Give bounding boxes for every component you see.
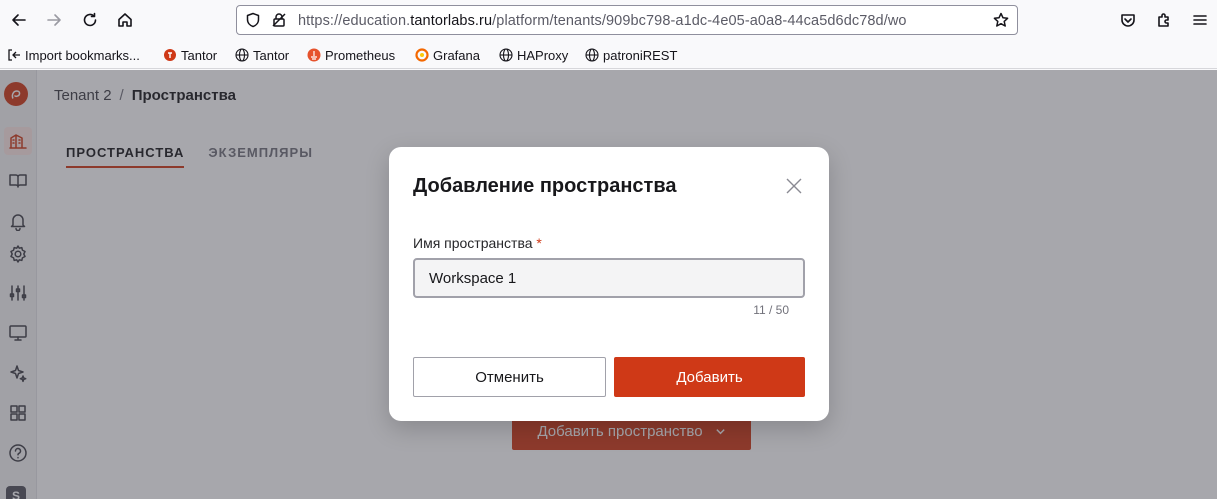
browser-toolbar: https://education.tantorlabs.ru/platform… [0,0,1217,41]
url-domain: tantorlabs.ru [410,13,493,29]
back-button[interactable] [2,3,36,37]
globe-icon [499,48,513,62]
url-path: /platform/tenants/909bc798-a1dc-4e05-a0a… [492,13,907,29]
field-label-text: Имя пространства [413,235,533,251]
tantor-icon [163,48,177,62]
lock-icon[interactable] [270,11,288,29]
close-icon [786,178,802,194]
cancel-button[interactable]: Отменить [413,357,606,397]
extensions-button[interactable] [1147,3,1181,37]
add-workspace-dialog: Добавление пространства Имя пространства… [389,147,829,421]
bookmark-label: HAProxy [517,47,569,63]
arrow-right-icon [47,14,61,26]
workspace-name-label: Имя пространства * [413,235,542,251]
bookmarks-bar: Import bookmarks... Tantor Tantor Promet… [0,41,1217,69]
grafana-icon [415,48,429,62]
bookmark-label: Grafana [433,47,480,63]
url-bar[interactable]: https://education.tantorlabs.ru/platform… [236,5,1018,35]
bookmark-import[interactable]: Import bookmarks... [7,46,140,64]
forward-button[interactable] [37,3,71,37]
star-icon[interactable] [992,11,1010,29]
globe-icon [585,48,599,62]
import-icon [7,48,21,62]
bookmark-label: Tantor [253,47,290,63]
home-button[interactable] [108,3,142,37]
bookmark-label: Import bookmarks... [25,47,140,63]
bookmark-tantor-1[interactable]: Tantor [163,46,217,64]
bookmark-tantor-2[interactable]: Tantor [235,46,289,64]
bookmark-haproxy[interactable]: HAProxy [499,46,568,64]
bookmark-grafana[interactable]: Grafana [415,46,480,64]
bookmark-label: patroniREST [603,47,678,63]
workspace-name-input[interactable] [413,258,805,298]
bookmark-prometheus[interactable]: Prometheus [307,46,395,64]
prometheus-icon [307,48,321,62]
pocket-icon [1121,14,1135,27]
reload-icon [83,12,97,27]
pocket-button[interactable] [1111,3,1145,37]
bookmark-patronirest[interactable]: patroniREST [585,46,677,64]
globe-icon [235,48,249,62]
url-text[interactable]: https://education.tantorlabs.ru/platform… [298,13,988,29]
reload-button[interactable] [73,3,107,37]
char-counter: 11 / 50 [753,303,789,317]
bookmark-label: Tantor [181,47,218,63]
dialog-title: Добавление пространства [413,175,677,197]
hamburger-icon [1193,15,1207,25]
arrow-left-icon [12,14,26,26]
url-prefix: https://education. [298,13,411,29]
home-icon [118,13,132,27]
bookmark-label: Prometheus [325,47,396,63]
shield-icon[interactable] [244,11,262,29]
close-button[interactable] [783,175,805,197]
menu-button[interactable] [1183,3,1217,37]
required-mark: * [536,235,542,251]
add-button[interactable]: Добавить [614,357,805,397]
puzzle-icon [1158,13,1169,27]
